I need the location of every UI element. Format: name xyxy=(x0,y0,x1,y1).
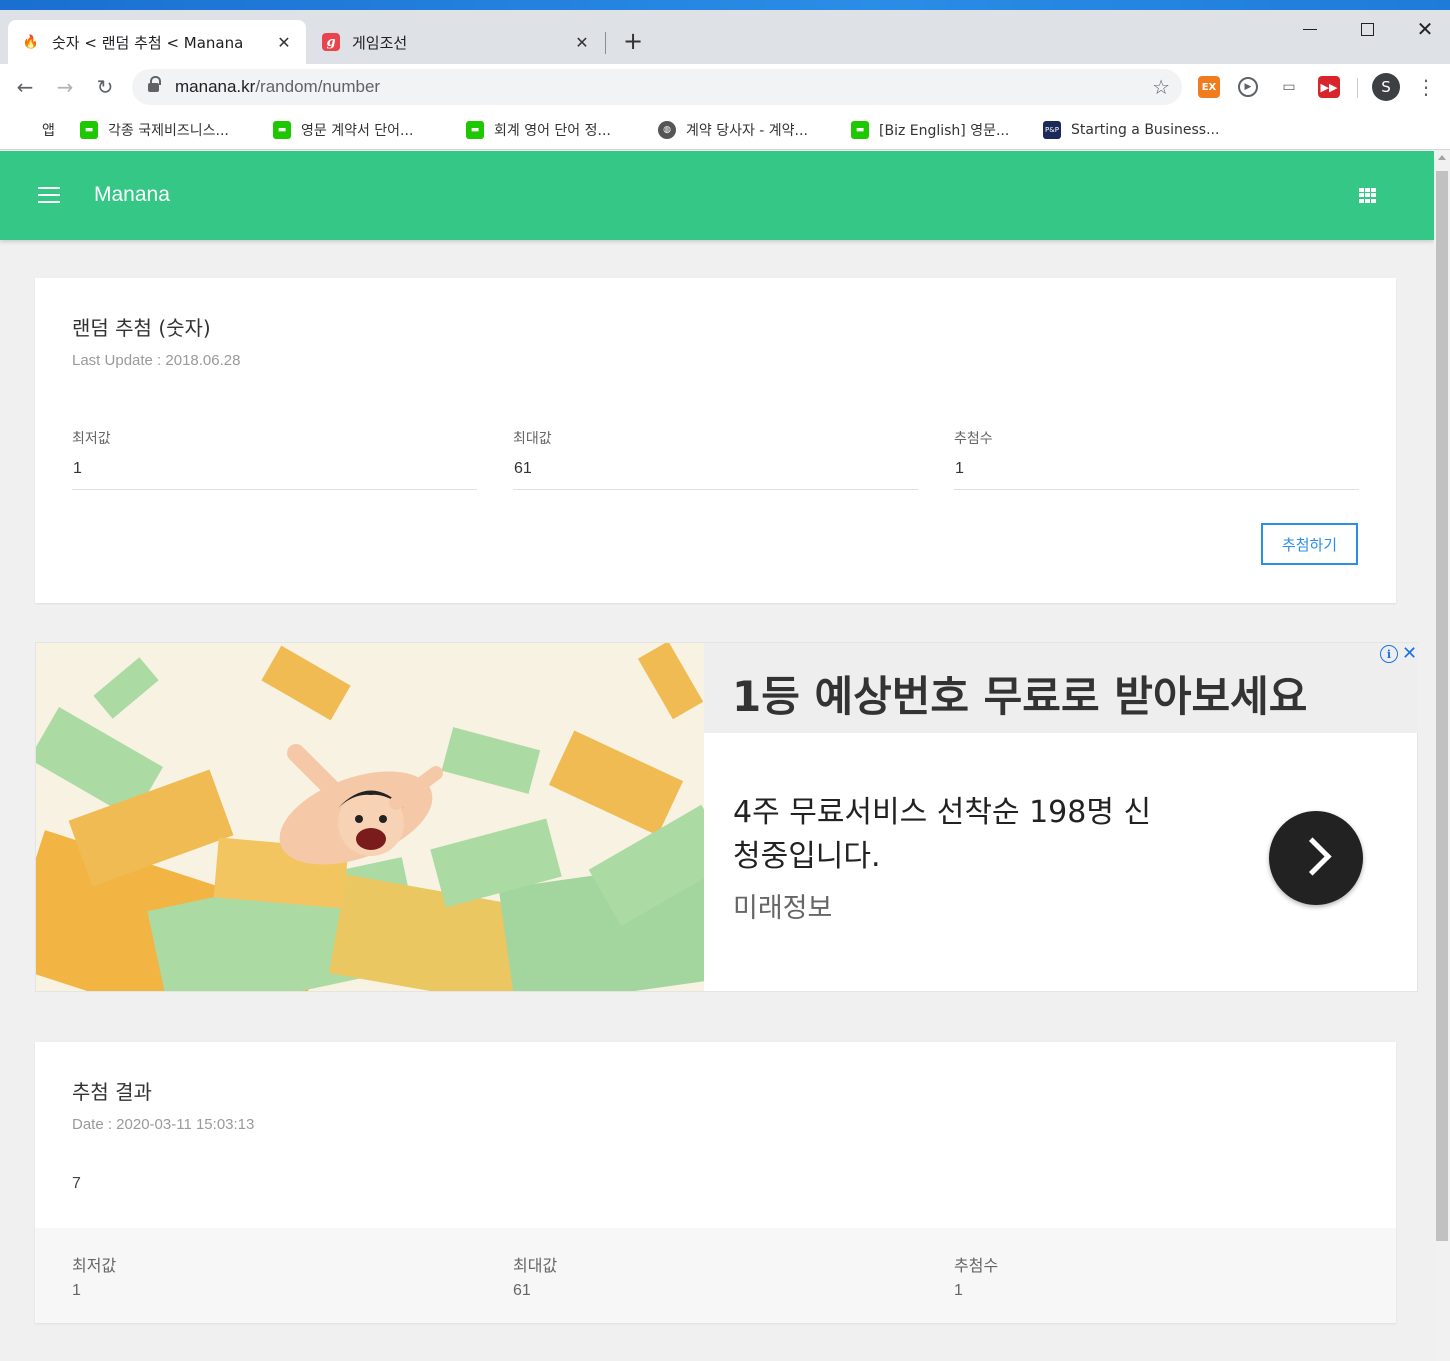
forward-button[interactable]: → xyxy=(50,72,80,102)
play-extension-icon[interactable]: ▶ xyxy=(1238,77,1258,97)
line-icon: ▬ xyxy=(851,121,869,139)
address-bar[interactable]: manana.kr/random/number ☆ xyxy=(132,69,1182,105)
summary-min: 최저값 1 xyxy=(72,1252,116,1300)
bookmarks-bar: 앱 ▬ 각종 국제비즈니스... ▬ 영문 계약서 단어... ▬ 회계 영어 … xyxy=(0,110,1450,150)
bookmark-apps[interactable]: 앱 xyxy=(16,118,55,142)
ex-extension-icon[interactable]: EX xyxy=(1198,76,1220,98)
bookmark-label: Starting a Business... xyxy=(1071,122,1220,138)
summary-value: 61 xyxy=(513,1282,531,1299)
page-scrollbar[interactable] xyxy=(1434,151,1450,1361)
bookmark-item[interactable]: ▬ [Biz English] 영문... xyxy=(851,118,1009,142)
ad-close-icon[interactable]: ✕ xyxy=(1402,643,1417,664)
toolbar-divider xyxy=(1357,78,1358,98)
line-icon: ▬ xyxy=(80,121,98,139)
line-icon: ▬ xyxy=(466,121,484,139)
draw-button[interactable]: 추첨하기 xyxy=(1261,523,1358,565)
bookmark-label: 각종 국제비즈니스... xyxy=(108,123,229,139)
bookmark-star-icon[interactable]: ☆ xyxy=(1152,75,1170,99)
tab-gamechosun[interactable]: g 게임조선 ✕ xyxy=(308,20,604,64)
count-input[interactable]: 1 xyxy=(954,460,1359,490)
result-number: 7 xyxy=(72,1175,81,1192)
max-input[interactable]: 61 xyxy=(513,460,918,490)
max-field: 최대값 61 xyxy=(513,428,918,490)
new-tab-button[interactable]: + xyxy=(620,28,646,54)
back-button[interactable]: ← xyxy=(10,72,40,102)
max-label: 최대값 xyxy=(513,431,552,447)
summary-label: 최대값 xyxy=(513,1256,558,1275)
close-window-button[interactable]: ✕ xyxy=(1410,14,1440,44)
ad-next-arrow-button[interactable] xyxy=(1269,811,1363,905)
tab-title: 게임조선 xyxy=(352,33,408,52)
ad-image[interactable] xyxy=(36,643,704,991)
tab-manana[interactable]: 🔥 숫자 < 랜덤 추첨 < Manana ✕ xyxy=(8,20,306,64)
summary-value: 1 xyxy=(954,1282,963,1299)
result-title: 추첨 결과 xyxy=(72,1080,152,1104)
tab-title: 숫자 < 랜덤 추첨 < Manana xyxy=(52,33,244,52)
bookmark-item[interactable]: ▬ 영문 계약서 단어... xyxy=(273,118,413,142)
summary-value: 1 xyxy=(72,1282,81,1299)
ad-advertiser[interactable]: 미래정보 xyxy=(733,886,832,925)
result-date: Date : 2020-03-11 15:03:13 xyxy=(72,1116,255,1133)
ad-body-text[interactable]: 4주 무료서비스 선착순 198명 신청중입니다. xyxy=(733,791,1153,879)
pp-icon: P&P xyxy=(1043,121,1061,139)
g-icon: g xyxy=(322,33,340,51)
globe-icon: ◍ xyxy=(658,121,676,139)
browser-toolbar: ← → ↻ manana.kr/random/number ☆ EX ▶ ▭ ▶… xyxy=(0,64,1450,110)
menu-icon[interactable] xyxy=(38,187,60,203)
draw-card: 랜덤 추첨 (숫자) Last Update : 2018.06.28 최저값 … xyxy=(35,278,1396,603)
browser-menu-icon[interactable]: ⋮ xyxy=(1414,72,1438,102)
brand-title[interactable]: Manana xyxy=(94,183,170,207)
last-update: Last Update : 2018.06.28 xyxy=(72,352,241,369)
ad-banner[interactable]: 1등 예상번호 무료로 받아보세요 i ✕ 4주 무료서비스 선착순 198명 … xyxy=(35,642,1418,992)
bookmark-label: 영문 계약서 단어... xyxy=(301,123,414,139)
tab-close-icon[interactable]: ✕ xyxy=(570,30,594,54)
lock-icon xyxy=(148,76,161,93)
app-header: Manana xyxy=(0,151,1434,240)
forward-extension-icon[interactable]: ▶▶ xyxy=(1318,76,1340,98)
count-field: 추첨수 1 xyxy=(954,428,1359,490)
bookmark-label: 회계 영어 단어 정... xyxy=(494,123,611,139)
result-card: 추첨 결과 Date : 2020-03-11 15:03:13 7 최저값 1… xyxy=(35,1042,1396,1323)
summary-count: 추첨수 1 xyxy=(954,1252,998,1300)
ad-headline[interactable]: 1등 예상번호 무료로 받아보세요 xyxy=(732,663,1307,724)
summary-label: 최저값 xyxy=(72,1256,117,1275)
min-field: 최저값 1 xyxy=(72,428,477,490)
profile-avatar[interactable]: S xyxy=(1372,73,1400,101)
reload-button[interactable]: ↻ xyxy=(90,72,120,102)
tab-separator xyxy=(605,32,606,54)
summary-label: 추첨수 xyxy=(954,1256,999,1275)
ad-info-icon[interactable]: i xyxy=(1380,645,1398,663)
titlebar-accent xyxy=(0,0,1450,10)
bookmark-label: 앱 xyxy=(42,123,55,139)
bookmark-label: 계약 당사자 - 계약... xyxy=(686,123,808,139)
count-label: 추첨수 xyxy=(954,431,993,447)
result-summary: 최저값 1 최대값 61 추첨수 1 xyxy=(35,1228,1396,1323)
money-rain-illustration xyxy=(36,643,704,991)
fire-icon: 🔥 xyxy=(22,34,40,50)
grid-menu-icon[interactable] xyxy=(1359,188,1377,203)
tab-close-icon[interactable]: ✕ xyxy=(272,30,296,54)
line-icon: ▬ xyxy=(273,121,291,139)
min-input[interactable]: 1 xyxy=(72,460,477,490)
ad-headline-area[interactable]: 1등 예상번호 무료로 받아보세요 xyxy=(704,643,1418,733)
min-label: 최저값 xyxy=(72,431,111,447)
bookmark-item[interactable]: ▬ 각종 국제비즈니스... xyxy=(80,118,229,142)
scroll-thumb[interactable] xyxy=(1436,171,1448,1241)
page-content: Manana 랜덤 추첨 (숫자) Last Update : 2018.06.… xyxy=(0,151,1434,1361)
bookmark-item[interactable]: ▬ 회계 영어 단어 정... xyxy=(466,118,611,142)
maximize-button[interactable] xyxy=(1352,14,1382,44)
bookmark-item[interactable]: ◍ 계약 당사자 - 계약... xyxy=(658,118,808,142)
bookmark-label: [Biz English] 영문... xyxy=(879,123,1010,139)
bookmark-item[interactable]: P&P Starting a Business... xyxy=(1043,118,1219,142)
url-text: manana.kr/random/number xyxy=(175,77,381,96)
card-title: 랜덤 추첨 (숫자) xyxy=(72,316,211,340)
apps-grid-icon xyxy=(16,122,32,138)
scroll-up-arrow-icon[interactable] xyxy=(1438,155,1446,160)
summary-max: 최대값 61 xyxy=(513,1252,557,1300)
minimize-button[interactable] xyxy=(1295,14,1325,44)
browser-titlebar: 🔥 숫자 < 랜덤 추첨 < Manana ✕ g 게임조선 ✕ + ✕ xyxy=(0,0,1450,64)
screen-extension-icon[interactable]: ▭ xyxy=(1278,76,1300,98)
